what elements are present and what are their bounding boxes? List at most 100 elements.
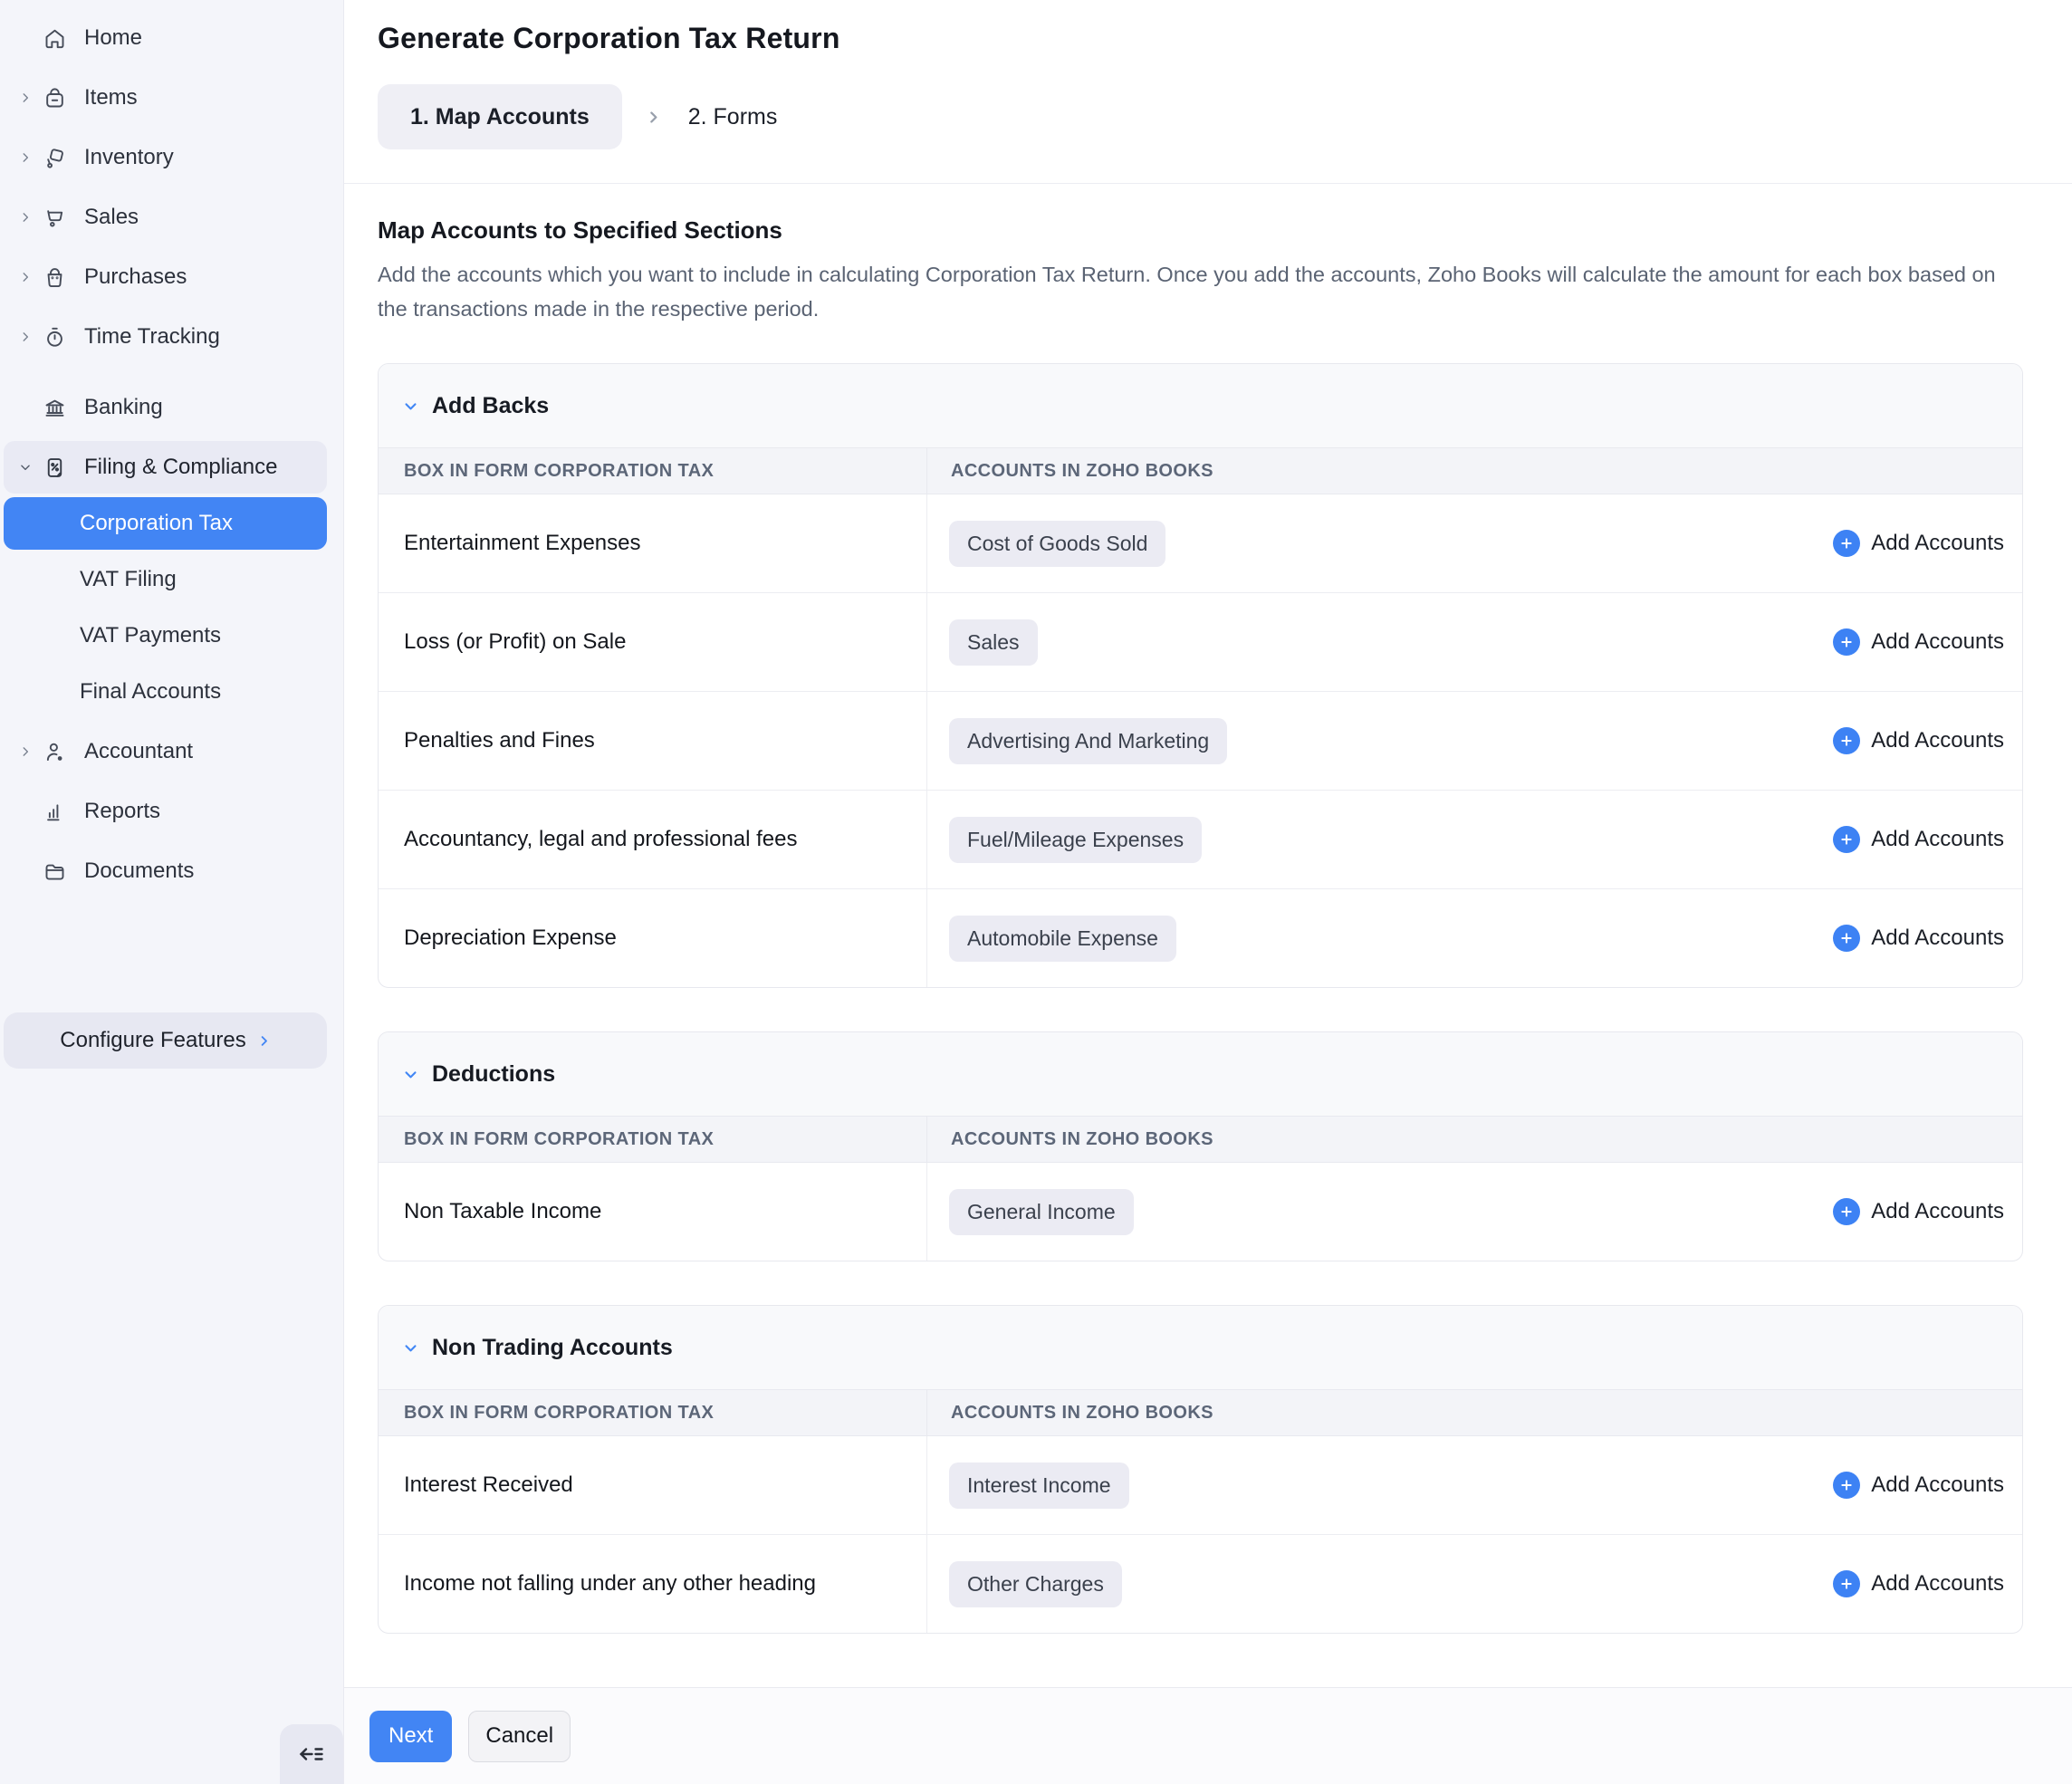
step-map-accounts[interactable]: 1. Map Accounts bbox=[378, 84, 622, 149]
sidebar-item-vat-payments[interactable]: VAT Payments bbox=[4, 609, 327, 662]
table-row: Non Taxable Income General Income Add Ac… bbox=[379, 1163, 2022, 1261]
add-accounts-label: Add Accounts bbox=[1871, 1571, 2004, 1597]
chevron-down-icon bbox=[18, 461, 33, 474]
account-chip[interactable]: Sales bbox=[949, 619, 1038, 666]
column-header-accounts: ACCOUNTS IN ZOHO BOOKS bbox=[927, 1390, 2022, 1435]
documents-folder-icon bbox=[43, 859, 67, 884]
account-chip[interactable]: Cost of Goods Sold bbox=[949, 521, 1166, 567]
add-accounts-button[interactable]: Add Accounts bbox=[1833, 1198, 2004, 1225]
column-header-box: BOX IN FORM CORPORATION TAX bbox=[379, 1390, 927, 1435]
footer-action-bar: Next Cancel bbox=[344, 1687, 2072, 1784]
time-tracking-icon bbox=[43, 325, 67, 350]
add-accounts-button[interactable]: Add Accounts bbox=[1833, 727, 2004, 754]
card-header-add-backs[interactable]: Add Backs bbox=[379, 364, 2022, 447]
table-row: Loss (or Profit) on Sale Sales Add Accou… bbox=[379, 593, 2022, 692]
sidebar-item-time-tracking[interactable]: Time Tracking bbox=[4, 311, 327, 363]
plus-circle-icon bbox=[1833, 1570, 1860, 1597]
sidebar-item-inventory[interactable]: Inventory bbox=[4, 131, 327, 184]
box-label: Entertainment Expenses bbox=[379, 494, 927, 592]
chevron-right-icon bbox=[257, 1034, 271, 1048]
account-chip[interactable]: Automobile Expense bbox=[949, 916, 1176, 962]
sidebar-item-sales[interactable]: Sales bbox=[4, 191, 327, 244]
sidebar-item-purchases[interactable]: Purchases bbox=[4, 251, 327, 303]
card-title: Deductions bbox=[432, 1061, 555, 1088]
card-deductions: Deductions BOX IN FORM CORPORATION TAX A… bbox=[378, 1031, 2023, 1261]
sidebar-item-accountant[interactable]: Accountant bbox=[4, 725, 327, 778]
table-row: Income not falling under any other headi… bbox=[379, 1535, 2022, 1633]
column-header-accounts: ACCOUNTS IN ZOHO BOOKS bbox=[927, 1117, 2022, 1162]
plus-circle-icon bbox=[1833, 925, 1860, 952]
add-accounts-label: Add Accounts bbox=[1871, 926, 2004, 951]
sidebar-item-label: Reports bbox=[84, 799, 160, 824]
plus-circle-icon bbox=[1833, 826, 1860, 853]
column-header-box: BOX IN FORM CORPORATION TAX bbox=[379, 448, 927, 494]
sidebar: Home Items Inventory bbox=[0, 0, 344, 1784]
box-label: Accountancy, legal and professional fees bbox=[379, 791, 927, 888]
card-header-non-trading[interactable]: Non Trading Accounts bbox=[379, 1306, 2022, 1389]
purchases-bag-icon bbox=[43, 265, 67, 290]
add-accounts-label: Add Accounts bbox=[1871, 1472, 2004, 1498]
app: Home Items Inventory bbox=[0, 0, 2072, 1784]
chevron-right-icon bbox=[646, 110, 661, 125]
add-accounts-button[interactable]: Add Accounts bbox=[1833, 925, 2004, 952]
chevron-down-icon bbox=[403, 1340, 418, 1356]
sidebar-item-label: Final Accounts bbox=[80, 679, 221, 705]
sidebar-item-label: Documents bbox=[84, 858, 194, 884]
column-header-box: BOX IN FORM CORPORATION TAX bbox=[379, 1117, 927, 1162]
sales-cart-icon bbox=[43, 206, 67, 230]
step-forms[interactable]: 2. Forms bbox=[685, 104, 782, 130]
cancel-button[interactable]: Cancel bbox=[468, 1711, 571, 1762]
add-accounts-button[interactable]: Add Accounts bbox=[1833, 1472, 2004, 1499]
content-area: Map Accounts to Specified Sections Add t… bbox=[344, 184, 2072, 1687]
box-label: Depreciation Expense bbox=[379, 889, 927, 987]
chevron-right-icon bbox=[18, 331, 33, 343]
box-label: Interest Received bbox=[379, 1436, 927, 1534]
sidebar-item-items[interactable]: Items bbox=[4, 72, 327, 124]
plus-circle-icon bbox=[1833, 530, 1860, 557]
reports-icon bbox=[43, 800, 67, 824]
table-row: Interest Received Interest Income Add Ac… bbox=[379, 1436, 2022, 1535]
accountant-icon bbox=[43, 740, 67, 764]
add-accounts-label: Add Accounts bbox=[1871, 728, 2004, 753]
card-non-trading-accounts: Non Trading Accounts BOX IN FORM CORPORA… bbox=[378, 1305, 2023, 1634]
sidebar-item-corporation-tax[interactable]: Corporation Tax bbox=[4, 497, 327, 550]
sidebar-item-label: Accountant bbox=[84, 739, 193, 764]
card-title: Add Backs bbox=[432, 393, 549, 419]
add-accounts-button[interactable]: Add Accounts bbox=[1833, 628, 2004, 656]
account-chip[interactable]: General Income bbox=[949, 1189, 1134, 1235]
card-header-deductions[interactable]: Deductions bbox=[379, 1032, 2022, 1116]
items-bag-icon bbox=[43, 86, 67, 110]
table-header: BOX IN FORM CORPORATION TAX ACCOUNTS IN … bbox=[379, 1389, 2022, 1436]
sidebar-item-home[interactable]: Home bbox=[4, 12, 327, 64]
table-row: Entertainment Expenses Cost of Goods Sol… bbox=[379, 494, 2022, 593]
main-content: Generate Corporation Tax Return 1. Map A… bbox=[344, 0, 2072, 1784]
configure-features-label: Configure Features bbox=[60, 1028, 245, 1053]
add-accounts-label: Add Accounts bbox=[1871, 629, 2004, 655]
account-chip[interactable]: Interest Income bbox=[949, 1463, 1129, 1509]
sidebar-item-filing-compliance[interactable]: Filing & Compliance bbox=[4, 441, 327, 494]
chevron-right-icon bbox=[18, 745, 33, 758]
add-accounts-button[interactable]: Add Accounts bbox=[1833, 530, 2004, 557]
sidebar-item-reports[interactable]: Reports bbox=[4, 785, 327, 838]
account-chip[interactable]: Other Charges bbox=[949, 1561, 1122, 1607]
account-chip[interactable]: Advertising And Marketing bbox=[949, 718, 1227, 764]
inventory-icon bbox=[43, 146, 67, 170]
collapse-sidebar-button[interactable] bbox=[280, 1724, 343, 1784]
sidebar-item-final-accounts[interactable]: Final Accounts bbox=[4, 666, 327, 718]
sidebar-item-vat-filing[interactable]: VAT Filing bbox=[4, 553, 327, 606]
page-header: Generate Corporation Tax Return 1. Map A… bbox=[344, 0, 2072, 184]
chevron-down-icon bbox=[403, 1067, 418, 1082]
sidebar-item-label: Sales bbox=[84, 205, 139, 230]
collapse-sidebar-icon bbox=[297, 1740, 326, 1769]
sidebar-item-documents[interactable]: Documents bbox=[4, 845, 327, 897]
account-chip[interactable]: Fuel/Mileage Expenses bbox=[949, 817, 1202, 863]
sidebar-item-label: Items bbox=[84, 85, 138, 110]
configure-features-button[interactable]: Configure Features bbox=[4, 1012, 327, 1069]
chevron-right-icon bbox=[18, 91, 33, 104]
chevron-right-icon bbox=[18, 151, 33, 164]
add-accounts-button[interactable]: Add Accounts bbox=[1833, 826, 2004, 853]
sidebar-item-banking[interactable]: Banking bbox=[4, 381, 327, 434]
add-accounts-button[interactable]: Add Accounts bbox=[1833, 1570, 2004, 1597]
add-accounts-label: Add Accounts bbox=[1871, 531, 2004, 556]
next-button[interactable]: Next bbox=[369, 1711, 452, 1762]
